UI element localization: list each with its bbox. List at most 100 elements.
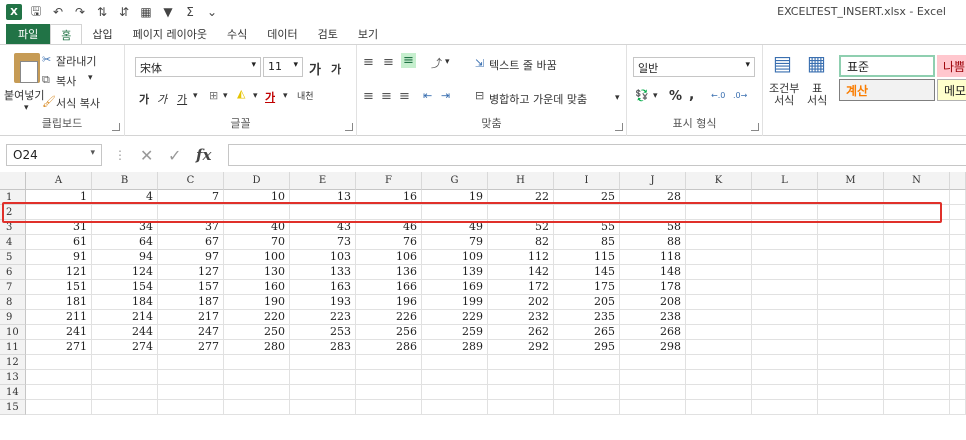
style-calculation[interactable]: 계산 — [839, 79, 935, 101]
save-icon[interactable]: 🖫 — [28, 4, 44, 20]
style-note[interactable]: 메모 — [937, 79, 966, 101]
cell-G11[interactable]: 289 — [422, 340, 488, 355]
cell-E10[interactable]: 253 — [290, 325, 356, 340]
tab-7[interactable]: 보기 — [348, 24, 388, 44]
cell-A5[interactable]: 91 — [26, 250, 92, 265]
tab-3[interactable]: 페이지 레이아웃 — [123, 24, 217, 44]
cell-M1[interactable] — [818, 190, 884, 205]
cell-A9[interactable]: 211 — [26, 310, 92, 325]
cell-I7[interactable]: 175 — [554, 280, 620, 295]
cell-N9[interactable] — [884, 310, 950, 325]
cell-I12[interactable] — [554, 355, 620, 370]
column-header-K[interactable]: K — [686, 172, 752, 190]
row-header-8[interactable]: 8 — [0, 295, 26, 310]
format-painter-button[interactable]: 서식 복사 — [56, 95, 100, 111]
tab-6[interactable]: 검토 — [308, 24, 348, 44]
cell-E9[interactable]: 223 — [290, 310, 356, 325]
cell-A3[interactable]: 31 — [26, 220, 92, 235]
row-header-3[interactable]: 3 — [0, 220, 26, 235]
cell-E15[interactable] — [290, 400, 356, 415]
cell-I2[interactable] — [554, 205, 620, 220]
cell-I11[interactable]: 295 — [554, 340, 620, 355]
tab-1[interactable]: 홈 — [50, 24, 83, 44]
font-size-select[interactable]: 11 ▾ — [263, 57, 303, 77]
cell-E7[interactable]: 163 — [290, 280, 356, 295]
cell-K14[interactable] — [686, 385, 752, 400]
cell-B12[interactable] — [92, 355, 158, 370]
cell-H7[interactable]: 172 — [488, 280, 554, 295]
accounting-dropdown-icon[interactable]: ▾ — [653, 91, 658, 101]
insert-function-icon[interactable]: fx — [196, 146, 211, 164]
column-header-L[interactable]: L — [752, 172, 818, 190]
cell-C2[interactable] — [158, 205, 224, 220]
cell-N10[interactable] — [884, 325, 950, 340]
wrap-text-button[interactable]: 텍스트 줄 바꿈 — [489, 57, 557, 73]
cell-M8[interactable] — [818, 295, 884, 310]
cell-D11[interactable]: 280 — [224, 340, 290, 355]
cell-F15[interactable] — [356, 400, 422, 415]
cell-K3[interactable] — [686, 220, 752, 235]
column-header-G[interactable]: G — [422, 172, 488, 190]
cell-L3[interactable] — [752, 220, 818, 235]
cell-I5[interactable]: 115 — [554, 250, 620, 265]
cell-I10[interactable]: 265 — [554, 325, 620, 340]
cell-L7[interactable] — [752, 280, 818, 295]
row-header-14[interactable]: 14 — [0, 385, 26, 400]
cell-M11[interactable] — [818, 340, 884, 355]
cell-L6[interactable] — [752, 265, 818, 280]
row-header-4[interactable]: 4 — [0, 235, 26, 250]
cell-D13[interactable] — [224, 370, 290, 385]
cell-K5[interactable] — [686, 250, 752, 265]
cell-G14[interactable] — [422, 385, 488, 400]
tab-5[interactable]: 데이터 — [257, 24, 307, 44]
row-header-10[interactable]: 10 — [0, 325, 26, 340]
cell-L13[interactable] — [752, 370, 818, 385]
column-header-H[interactable]: H — [488, 172, 554, 190]
cell-G4[interactable]: 79 — [422, 235, 488, 250]
increase-indent-icon[interactable]: ⇥ — [441, 89, 450, 102]
font-color-button[interactable]: 가 — [265, 89, 275, 105]
fill-color-dropdown-icon[interactable]: ▾ — [253, 91, 258, 101]
cell-G10[interactable]: 259 — [422, 325, 488, 340]
cell-H9[interactable]: 232 — [488, 310, 554, 325]
cell-A14[interactable] — [26, 385, 92, 400]
cell-D14[interactable] — [224, 385, 290, 400]
format-as-table-button[interactable]: 표 서식 — [807, 83, 827, 107]
cell-G13[interactable] — [422, 370, 488, 385]
cell-F6[interactable]: 136 — [356, 265, 422, 280]
cell-J8[interactable]: 208 — [620, 295, 686, 310]
cell-K6[interactable] — [686, 265, 752, 280]
row-header-12[interactable]: 12 — [0, 355, 26, 370]
cell-A10[interactable]: 241 — [26, 325, 92, 340]
formula-input[interactable] — [228, 144, 966, 166]
cell-N3[interactable] — [884, 220, 950, 235]
cell-B6[interactable]: 124 — [92, 265, 158, 280]
column-header-D[interactable]: D — [224, 172, 290, 190]
cell-F12[interactable] — [356, 355, 422, 370]
row-header-7[interactable]: 7 — [0, 280, 26, 295]
cell-E13[interactable] — [290, 370, 356, 385]
cell-D10[interactable]: 250 — [224, 325, 290, 340]
cell-N12[interactable] — [884, 355, 950, 370]
cell-A15[interactable] — [26, 400, 92, 415]
cell-K7[interactable] — [686, 280, 752, 295]
cell-N2[interactable] — [884, 205, 950, 220]
cell-F3[interactable]: 46 — [356, 220, 422, 235]
cell-D8[interactable]: 190 — [224, 295, 290, 310]
cell-A2[interactable] — [26, 205, 92, 220]
cell-B15[interactable] — [92, 400, 158, 415]
cell-N4[interactable] — [884, 235, 950, 250]
number-format-select[interactable]: 일반 ▾ — [633, 57, 755, 77]
cell-K1[interactable] — [686, 190, 752, 205]
cell-C8[interactable]: 187 — [158, 295, 224, 310]
cell-L11[interactable] — [752, 340, 818, 355]
align-left-icon[interactable]: ≡ — [363, 89, 374, 104]
cell-J2[interactable] — [620, 205, 686, 220]
cell-D2[interactable] — [224, 205, 290, 220]
underline-dropdown-icon[interactable]: ▾ — [193, 91, 198, 101]
cell-I6[interactable]: 145 — [554, 265, 620, 280]
cell-E14[interactable] — [290, 385, 356, 400]
cell-N8[interactable] — [884, 295, 950, 310]
number-launcher-icon[interactable] — [751, 123, 759, 131]
cell-L5[interactable] — [752, 250, 818, 265]
